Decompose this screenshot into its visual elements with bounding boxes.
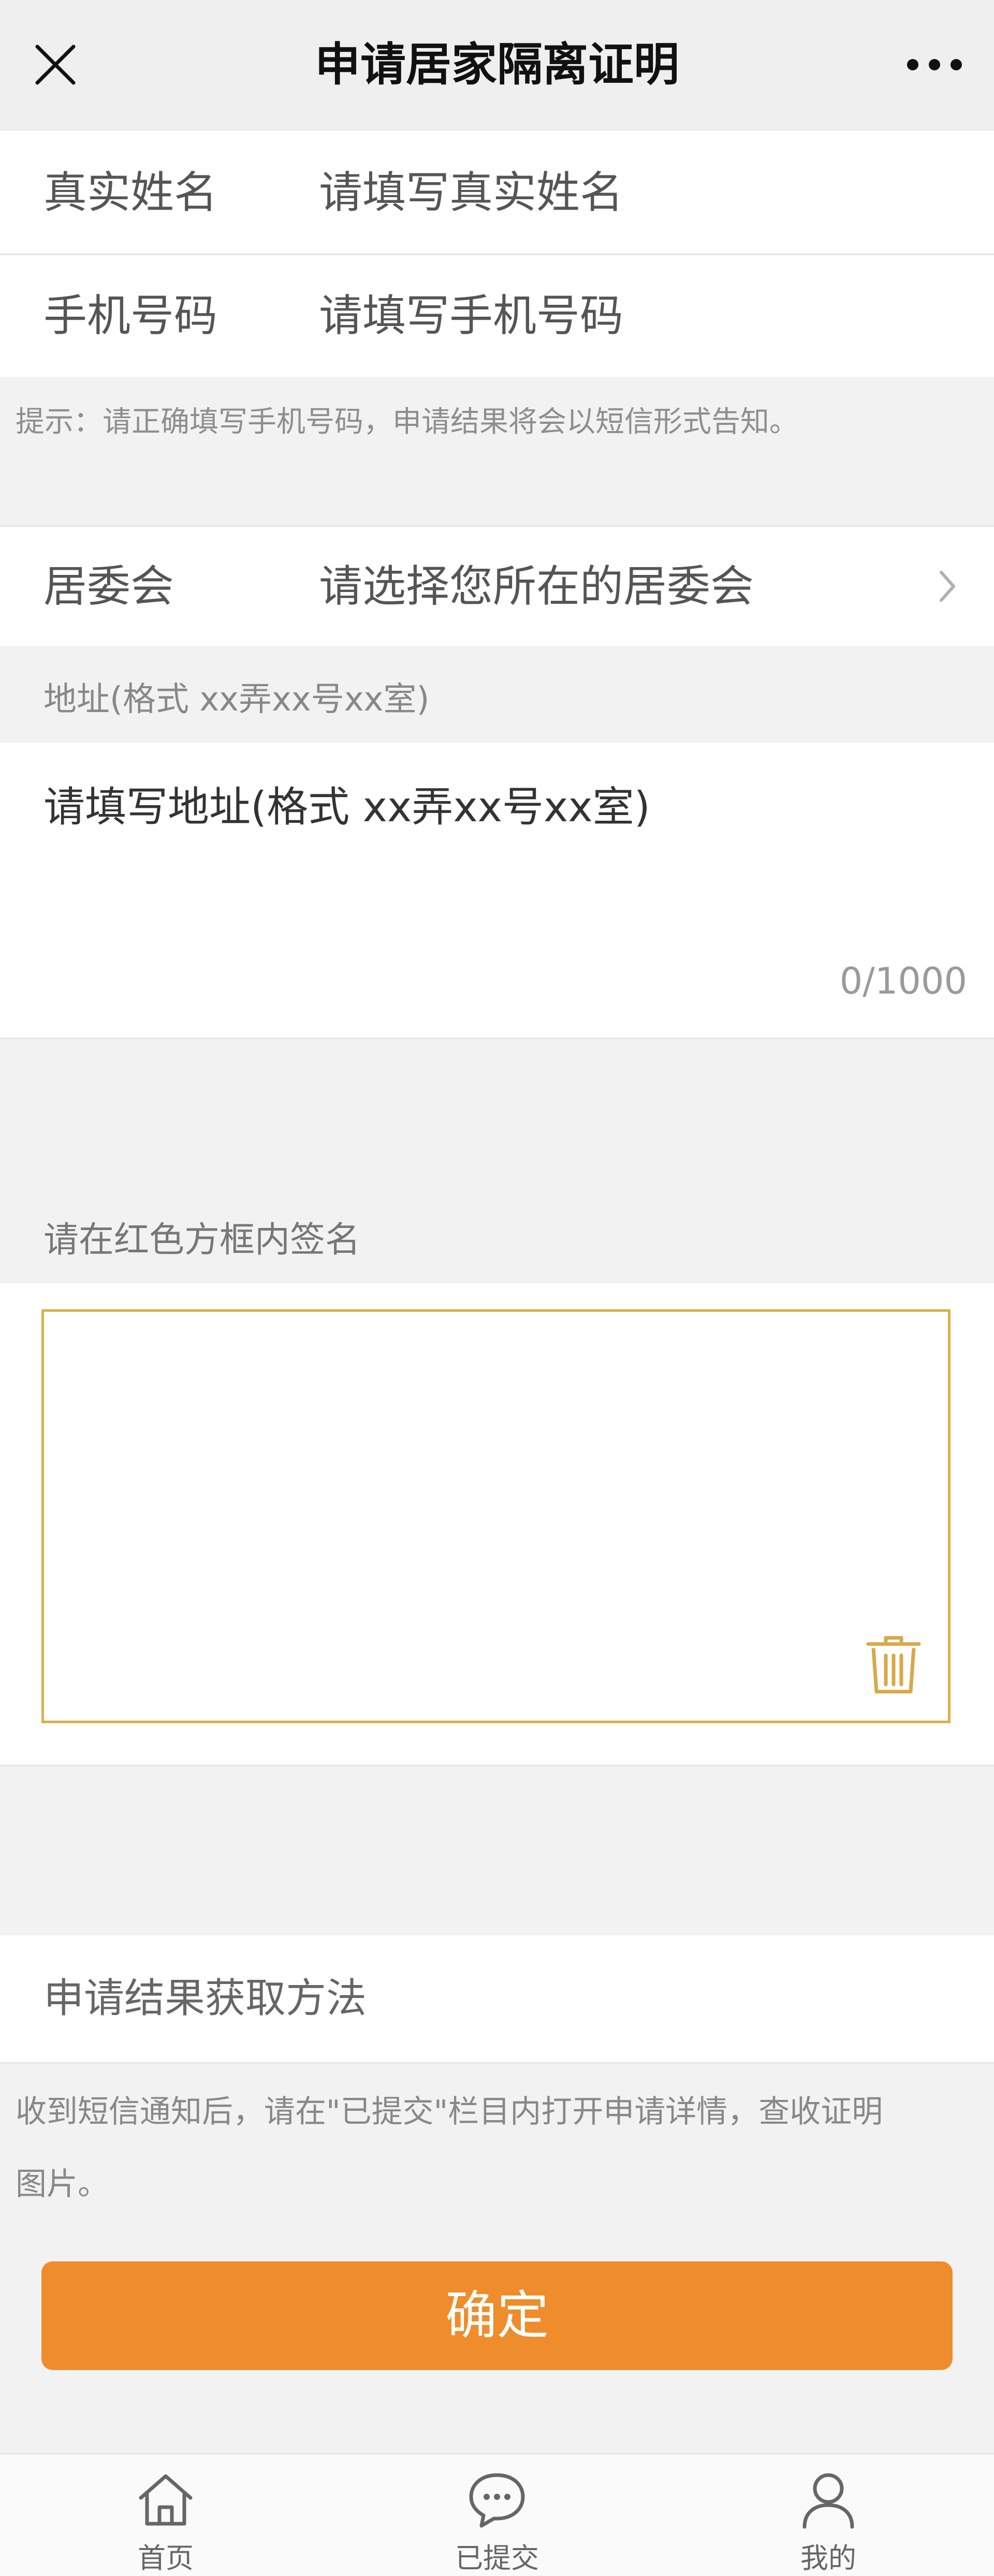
phone-label: 手机号码 bbox=[43, 290, 218, 341]
committee-label: 居委会 bbox=[43, 561, 174, 612]
page-title: 申请居家隔离证明 bbox=[314, 38, 679, 91]
confirm-button[interactable]: 确定 bbox=[41, 2261, 953, 2370]
header-bar: 申请居家隔离证明 bbox=[0, 0, 994, 130]
result-method-row: 申请结果获取方法 bbox=[0, 1935, 994, 2062]
divider bbox=[0, 1038, 994, 1039]
name-input[interactable]: 请填写真实姓名 bbox=[319, 130, 623, 255]
tab-mine[interactable]: 我的 bbox=[725, 2454, 932, 2576]
signature-label: 请在红色方框内签名 bbox=[43, 1220, 361, 1261]
address-char-counter: 0/1000 bbox=[839, 960, 967, 1002]
result-method-label: 申请结果获取方法 bbox=[43, 1975, 367, 2022]
result-method-description-line1: 收到短信通知后，请在"已提交"栏目内打开申请详情，查收证明 bbox=[16, 2094, 883, 2130]
tab-home-label: 首页 bbox=[138, 2542, 194, 2574]
user-icon bbox=[802, 2473, 854, 2529]
page: 申请居家隔离证明 真实姓名 请填写真实姓名 手机号码 请填写手机号码 提示：请正… bbox=[0, 0, 994, 2576]
phone-row[interactable]: 手机号码 请填写手机号码 bbox=[0, 255, 994, 377]
bottom-tab-bar: 首页 已提交 我的 bbox=[0, 2453, 994, 2576]
phone-input[interactable]: 请填写手机号码 bbox=[319, 255, 623, 377]
tab-submitted-label: 已提交 bbox=[455, 2542, 539, 2574]
tab-submitted[interactable]: 已提交 bbox=[393, 2454, 601, 2576]
trash-icon[interactable] bbox=[865, 1634, 922, 1695]
tab-home[interactable]: 首页 bbox=[62, 2454, 269, 2576]
divider bbox=[0, 1765, 994, 1766]
result-method-description-line2: 图片。 bbox=[16, 2166, 109, 2202]
more-options-icon[interactable] bbox=[906, 58, 963, 71]
name-label: 真实姓名 bbox=[43, 167, 218, 218]
signature-canvas[interactable] bbox=[41, 1309, 951, 1723]
chat-bubble-icon bbox=[469, 2473, 525, 2528]
home-icon bbox=[139, 2474, 193, 2526]
address-label: 地址(格式 xx弄xx号xx室) bbox=[43, 680, 430, 719]
chevron-right-icon bbox=[940, 571, 955, 602]
divider bbox=[0, 2062, 994, 2064]
address-textarea[interactable]: 请填写地址(格式 xx弄xx号xx室) 0/1000 bbox=[0, 743, 994, 1038]
name-row[interactable]: 真实姓名 请填写真实姓名 bbox=[0, 130, 994, 255]
tab-mine-label: 我的 bbox=[800, 2542, 856, 2574]
committee-select[interactable]: 请选择您所在的居委会 bbox=[319, 527, 754, 646]
address-placeholder: 请填写地址(格式 xx弄xx号xx室) bbox=[43, 783, 650, 831]
phone-hint: 提示：请正确填写手机号码，申请结果将会以短信形式告知。 bbox=[16, 405, 798, 439]
committee-row[interactable]: 居委会 请选择您所在的居委会 bbox=[0, 525, 994, 646]
